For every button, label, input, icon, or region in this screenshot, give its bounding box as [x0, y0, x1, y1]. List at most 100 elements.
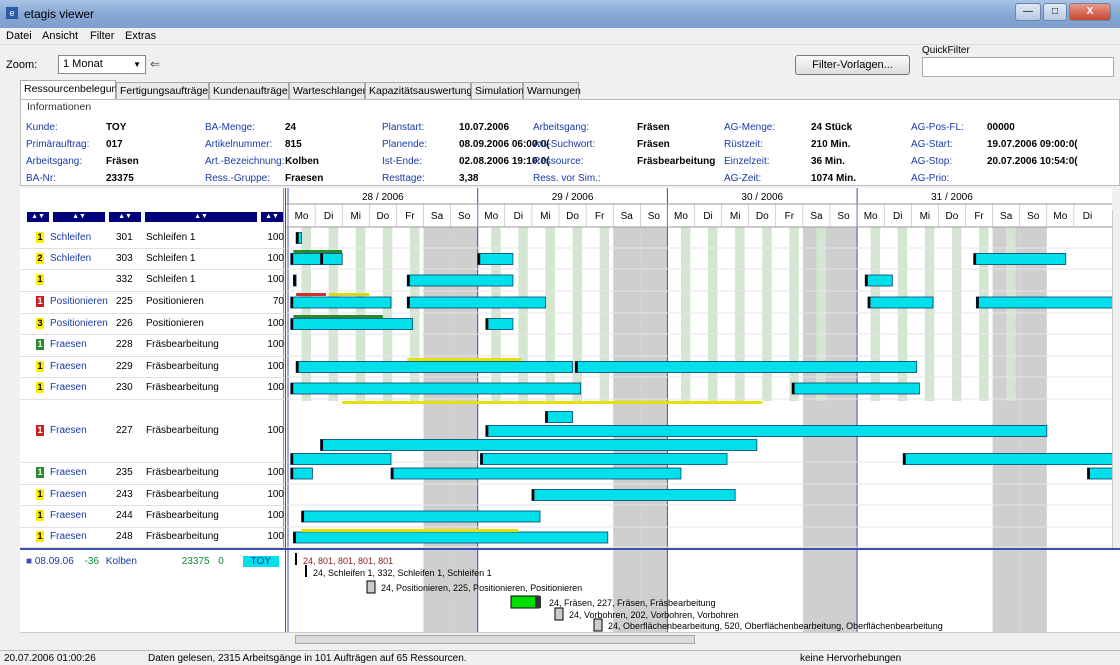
capacity-stripe [789, 227, 799, 401]
resource-row[interactable]: 1 Fraesen 228 Fräsbearbeitung 100 [20, 339, 284, 352]
timeline-label: 24, Schleifen 1, 332, Schleifen 1, Schle… [313, 568, 492, 578]
menu-filter[interactable]: Filter [90, 30, 114, 42]
status-time: 20.07.2006 01:00:26 [4, 653, 96, 664]
info-label: Ist-Ende: [382, 156, 423, 167]
row-divider [20, 291, 284, 292]
sort-nr-button[interactable]: ▲▼ [109, 212, 141, 222]
resource-number: 230 [116, 382, 133, 393]
filter-templates-button[interactable]: Filter-Vorlagen... [795, 55, 910, 75]
tab-kapazitaetsauswertung[interactable]: Kapazitätsauswertung [365, 82, 472, 99]
gantt-bar [480, 453, 728, 465]
sort-prio-button[interactable]: ▲▼ [27, 212, 49, 222]
info-value: 10.07.2006 [459, 122, 510, 133]
resource-row[interactable]: 1 Fraesen 244 Fräsbearbeitung 100 [20, 510, 284, 523]
resource-number: 229 [116, 360, 133, 372]
priority-badge: 1 [36, 360, 44, 372]
timeline-marker [366, 580, 376, 594]
resource-row[interactable]: 1 Positionieren 225 Positionieren 70 [20, 296, 284, 309]
info-value: 00000 [987, 122, 1015, 133]
tab-ressourcenbelegung[interactable]: Ressourcenbelegung [20, 80, 123, 99]
maximize-button[interactable]: □ [1043, 3, 1067, 21]
tab-simulation[interactable]: Simulation [471, 82, 524, 99]
menu-extras[interactable]: Extras [125, 30, 156, 42]
sort-group-button[interactable]: ▲▼ [53, 212, 105, 222]
zoom-select[interactable]: 1 Monat ▼ [58, 55, 146, 74]
resource-number: 303 [116, 252, 133, 264]
info-label: Kunde: [26, 122, 58, 133]
info-label: BA-Nr: [26, 173, 56, 184]
order-summary[interactable]: ■ 08.09.06 -36 Kolben 23375 0 TOY [26, 556, 280, 567]
resource-name: Fräsbearbeitung [146, 424, 219, 436]
resource-row[interactable]: 1 Fraesen 235 Fräsbearbeitung 100 [20, 467, 284, 480]
scroll-thumb[interactable] [295, 635, 695, 644]
resource-row[interactable]: 1 Fraesen 230 Fräsbearbeitung 100 [20, 382, 284, 395]
resource-row[interactable]: 3 Positionieren 226 Positionieren 100 [20, 317, 284, 331]
resource-row[interactable]: 1 Fraesen 248 Fräsbearbeitung 100 [20, 531, 284, 544]
info-value: Fraesen [285, 173, 324, 184]
tab-fertigungsauftraege[interactable]: Fertigungsaufträge [116, 82, 209, 99]
zoom-value: 1 Monat [63, 58, 103, 70]
bar-start-marker [531, 489, 535, 501]
capacity-stripe [409, 227, 420, 401]
gantt-bar [485, 318, 514, 330]
day-label: So [1027, 211, 1040, 222]
menu-ansicht[interactable]: Ansicht [42, 30, 78, 42]
day-label: Mi [350, 211, 361, 222]
row-divider [20, 462, 284, 463]
resource-row[interactable]: 1 Fraesen 243 Fräsbearbeitung 100 [20, 488, 284, 502]
timeline-label: 24, Positionieren, 225, Positionieren, P… [381, 583, 582, 593]
resource-capacity: 100 [267, 510, 284, 521]
resource-row[interactable]: 1 Fraesen 229 Fräsbearbeitung 100 [20, 360, 284, 374]
gantt-bar [390, 467, 682, 480]
resource-row[interactable]: 1 Fraesen 227 Fräsbearbeitung 100 [20, 424, 284, 438]
back-arrow-icon[interactable]: ⇐ [150, 57, 160, 71]
resource-row[interactable]: 2 Schleifen 303 Schleifen 1 100 [20, 252, 284, 266]
day-label: Mo [295, 211, 309, 222]
sort-capacity-button[interactable]: ▲▼ [261, 212, 283, 222]
resource-group: Positionieren [50, 317, 108, 329]
timeline-label: 24, Oberflächenbearbeitung, 520, Oberflä… [608, 621, 943, 631]
bar-start-marker [485, 318, 489, 330]
capacity-marker [296, 293, 326, 296]
vertical-scrollbar[interactable] [1112, 210, 1120, 548]
bar-start-marker [903, 453, 906, 465]
weekend-column [992, 550, 1020, 632]
quickfilter-input[interactable] [922, 57, 1114, 77]
priority-badge: 1 [36, 382, 44, 393]
row-divider [20, 334, 284, 335]
tab-warnungen[interactable]: Warnungen [523, 82, 581, 99]
close-button[interactable]: X [1069, 3, 1111, 21]
chevron-down-icon: ▼ [133, 60, 141, 69]
day-label: So [648, 211, 661, 222]
row-divider [20, 269, 284, 270]
day-label: Di [514, 211, 523, 222]
minimize-button[interactable]: — [1015, 3, 1041, 21]
bar-start-marker [575, 361, 578, 373]
bar-start-marker [293, 275, 296, 286]
tab-warteschlangen[interactable]: Warteschlangen [289, 82, 368, 99]
timeline-label: 24, Fräsen, 227, Fräsen, Fräsbearbeitung [549, 598, 716, 608]
capacity-stripe [870, 227, 881, 401]
resource-group: Fraesen [50, 424, 87, 436]
gantt-bar [485, 425, 1048, 437]
day-label: Fr [595, 211, 605, 222]
horizontal-scrollbar[interactable] [20, 632, 1120, 646]
order-zero: 0 [218, 556, 224, 567]
info-value: 19.07.2006 09:00:0( [987, 139, 1078, 150]
info-value: Fräsen [637, 139, 670, 150]
row-divider [20, 313, 284, 314]
day-label: Do [946, 211, 959, 222]
capacity-stripe [708, 227, 718, 401]
order-date: 08.09.06 [34, 556, 74, 567]
resource-row[interactable]: 1 332 Schleifen 1 100 [20, 274, 284, 287]
weekend-column [830, 550, 858, 632]
resource-name: Positionieren [146, 317, 204, 329]
resource-capacity: 100 [267, 531, 284, 542]
gantt-chart[interactable]: 28 / 2006 29 / 2006 30 / 2006 31 / 2006 Mo Di… [285, 188, 1112, 548]
resource-row[interactable]: 1 Schleifen 301 Schleifen 1 100 [20, 231, 284, 245]
menu-datei[interactable]: Datei [6, 30, 32, 42]
sort-name-button[interactable]: ▲▼ [145, 212, 257, 222]
tab-kundenauftraege[interactable]: Kundenaufträge [209, 82, 289, 99]
priority-badge: 1 [36, 531, 44, 542]
resource-group: Fraesen [50, 339, 87, 350]
